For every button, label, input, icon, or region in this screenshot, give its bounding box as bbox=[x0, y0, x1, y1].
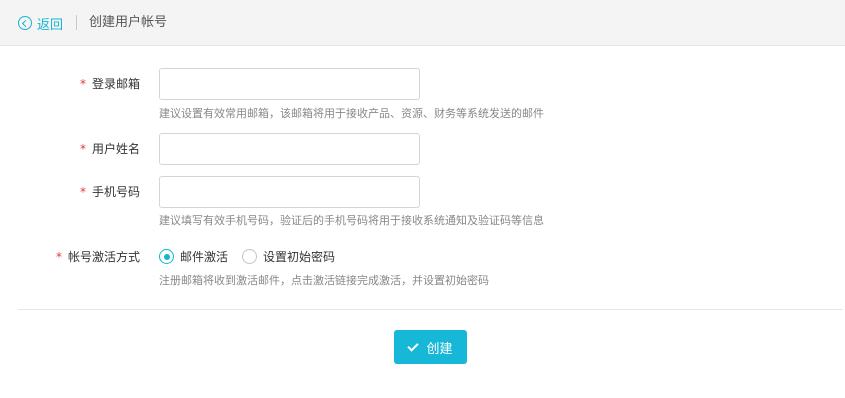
email-field[interactable] bbox=[159, 68, 420, 100]
required-mark: * bbox=[79, 77, 86, 91]
radio-checked-icon[interactable] bbox=[159, 249, 174, 264]
create-button-label: 创建 bbox=[426, 341, 453, 357]
radio-unchecked-icon[interactable] bbox=[242, 249, 258, 264]
activation-label: * 帐号激活方式 bbox=[0, 249, 140, 265]
activation-label-text: 帐号激活方式 bbox=[67, 250, 140, 264]
back-button[interactable]: 返回 bbox=[18, 14, 64, 33]
phone-label: * 手机号码 bbox=[0, 184, 140, 200]
check-icon bbox=[408, 341, 420, 353]
phone-field[interactable] bbox=[159, 176, 420, 208]
top-bar: 返回 创建用户帐号 bbox=[0, 0, 845, 46]
radio-label: 邮件激活 bbox=[180, 250, 229, 264]
radio-label: 设置初始密码 bbox=[263, 250, 336, 264]
page-title: 创建用户帐号 bbox=[89, 15, 168, 30]
phone-hint: 建议填写有效手机号码，验证后的手机号码将用于接收系统通知及验证码等信息 bbox=[159, 214, 544, 227]
required-mark: * bbox=[79, 185, 86, 199]
username-label: * 用户姓名 bbox=[0, 141, 140, 157]
required-mark: * bbox=[79, 142, 86, 156]
email-label: * 登录邮箱 bbox=[0, 76, 140, 92]
radio-email-activation[interactable]: 邮件激活 bbox=[159, 248, 228, 265]
username-label-text: 用户姓名 bbox=[91, 142, 140, 156]
phone-label-text: 手机号码 bbox=[91, 185, 140, 199]
radio-set-initial-password[interactable]: 设置初始密码 bbox=[242, 248, 335, 265]
back-label: 返回 bbox=[37, 17, 64, 33]
required-mark: * bbox=[55, 250, 62, 264]
email-hint: 建议设置有效常用邮箱，该邮箱将用于接收产品、资源、财务等系统发送的邮件 bbox=[159, 107, 544, 120]
username-field[interactable] bbox=[159, 133, 420, 165]
create-button[interactable]: 创建 bbox=[394, 330, 467, 364]
form-divider bbox=[18, 309, 843, 310]
activation-hint: 注册邮箱将收到激活邮件，点击激活链接完成激活，并设置初始密码 bbox=[159, 274, 489, 287]
header-divider bbox=[76, 15, 77, 30]
activation-radio-group: 邮件激活 设置初始密码 bbox=[159, 248, 349, 265]
email-label-text: 登录邮箱 bbox=[91, 77, 140, 91]
back-circle-icon bbox=[18, 16, 32, 30]
